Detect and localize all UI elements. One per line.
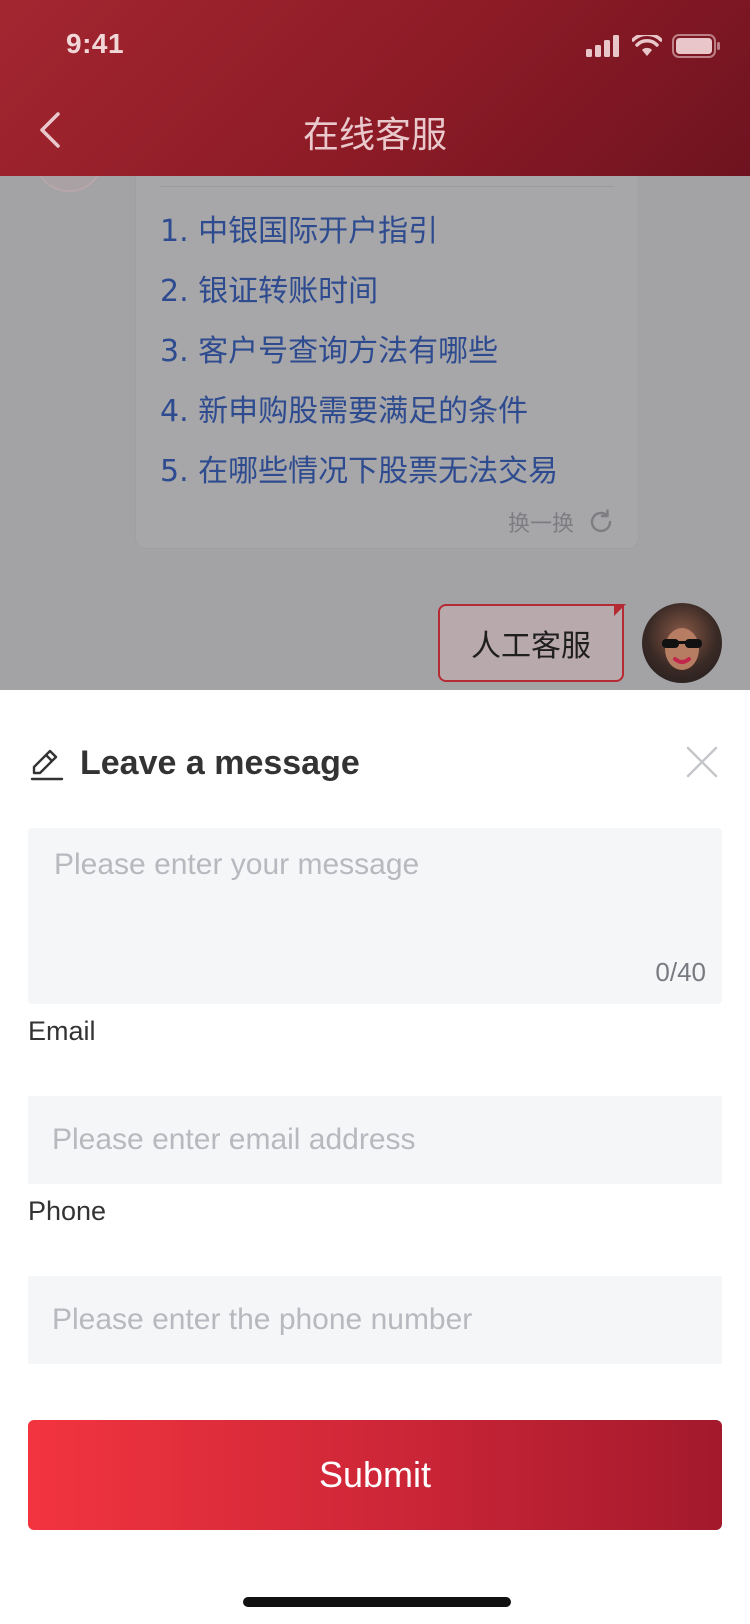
faq-divider: [160, 186, 614, 187]
faq-list: 1. 中银国际开户指引 2. 银证转账时间 3. 客户号查询方法有哪些 4. 新…: [160, 202, 558, 502]
refresh-faq-button[interactable]: 换一换: [508, 506, 614, 538]
user-avatar: [642, 603, 722, 683]
refresh-label: 换一换: [507, 512, 574, 537]
faq-item[interactable]: 3. 客户号查询方法有哪些: [160, 322, 558, 382]
phone-label: Phone: [28, 1196, 107, 1226]
faq-item[interactable]: 4. 新申购股需要满足的条件: [160, 382, 558, 442]
faq-item[interactable]: 2. 银证转账时间: [160, 262, 558, 322]
sheet-header: Leave a message: [28, 744, 360, 783]
status-time: 9:41: [66, 28, 125, 59]
submit-button[interactable]: Submit: [28, 1420, 722, 1530]
bubble-tail: [614, 604, 626, 616]
chat-area: 1. 中银国际开户指引 2. 银证转账时间 3. 客户号查询方法有哪些 4. 新…: [0, 176, 750, 690]
status-icons: [586, 34, 720, 58]
sheet-title: Leave a message: [80, 744, 360, 782]
page-title: 在线客服: [302, 114, 447, 155]
faq-card: 1. 中银国际开户指引 2. 银证转账时间 3. 客户号查询方法有哪些 4. 新…: [136, 176, 638, 548]
refresh-icon: [590, 509, 612, 533]
message-textarea[interactable]: [52, 846, 696, 960]
close-icon[interactable]: [684, 744, 720, 780]
app-header: 9:41 在线客服: [0, 0, 750, 176]
faq-item[interactable]: 1. 中银国际开户指引: [160, 202, 558, 262]
phone-input[interactable]: [28, 1276, 722, 1364]
cellular-signal-icon: [586, 35, 619, 57]
user-photo: [662, 628, 702, 670]
email-input[interactable]: [28, 1096, 722, 1184]
message-char-counter: 0/40: [655, 957, 706, 987]
pencil-icon: [30, 749, 64, 780]
home-indicator: [243, 1597, 511, 1607]
email-label: Email: [28, 1016, 96, 1046]
faq-item[interactable]: 5. 在哪些情况下股票无法交易: [160, 442, 558, 502]
message-field: 0/40: [28, 828, 722, 1004]
leave-message-sheet: Leave a message 0/40 Email Phone Submit: [0, 690, 750, 1624]
user-message-bubble: 人工客服: [438, 604, 624, 682]
battery-icon: [672, 34, 720, 58]
agent-avatar: [34, 176, 104, 192]
wifi-icon: [632, 35, 662, 56]
